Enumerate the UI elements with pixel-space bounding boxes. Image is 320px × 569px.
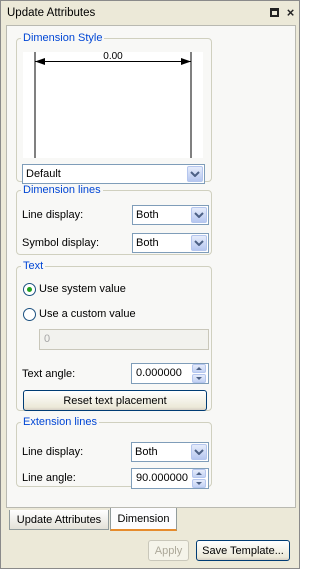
- spin-down-icon[interactable]: [192, 479, 206, 488]
- line-display-select[interactable]: Both: [132, 205, 209, 225]
- text-angle-spinner[interactable]: [192, 364, 207, 383]
- text-angle-value: 0.000000: [136, 367, 182, 379]
- use-custom-value-radio[interactable]: [23, 308, 36, 321]
- use-custom-value-label[interactable]: Use a custom value: [39, 308, 136, 320]
- text-group: Text Use system value Use a custom value…: [16, 260, 212, 411]
- line-angle-value: 90.000000: [136, 472, 188, 484]
- chevron-down-icon[interactable]: [187, 166, 203, 182]
- line-angle-field[interactable]: 90.000000: [131, 468, 209, 489]
- line-angle-spinner[interactable]: [192, 469, 207, 488]
- update-attributes-panel: Update Attributes × Dimension Style 0.00…: [0, 0, 300, 569]
- line-display-value: Both: [136, 209, 159, 221]
- reset-text-placement-button[interactable]: Reset text placement: [23, 390, 207, 411]
- line-display-label: Line display:: [22, 209, 84, 221]
- use-system-value-label[interactable]: Use system value: [39, 283, 126, 295]
- dimension-style-value: Default: [26, 168, 61, 180]
- dimension-style-legend: Dimension Style: [23, 32, 103, 44]
- text-legend: Text: [23, 260, 44, 272]
- spin-up-icon[interactable]: [192, 364, 206, 373]
- extension-line-display-value: Both: [135, 446, 158, 458]
- custom-value-text: 0: [44, 333, 51, 345]
- chevron-down-icon[interactable]: [191, 444, 207, 460]
- spin-down-icon[interactable]: [192, 374, 206, 383]
- extension-line-display-select[interactable]: Both: [131, 442, 209, 462]
- dimension-style-group: Dimension Style 0.00 Default: [16, 32, 212, 184]
- extension-line-display-label: Line display:: [22, 446, 84, 458]
- dimension-preview-drawing: 0.00: [34, 51, 192, 158]
- text-angle-label: Text angle:: [22, 368, 76, 380]
- save-template-button[interactable]: Save Template...: [196, 540, 290, 561]
- close-icon[interactable]: ×: [284, 6, 297, 19]
- extension-lines-legend: Extension lines: [23, 416, 97, 428]
- pin-icon[interactable]: [268, 6, 281, 19]
- symbol-display-label: Symbol display:: [22, 237, 100, 249]
- title-bar[interactable]: Update Attributes ×: [2, 2, 298, 24]
- dimension-lines-group: Dimension lines Line display: Both Symbo…: [16, 184, 212, 255]
- window-title: Update Attributes: [7, 7, 96, 19]
- dimension-lines-legend: Dimension lines: [23, 184, 101, 196]
- dimension-tab-content: Dimension Style 0.00 Default Dimension l…: [6, 25, 296, 508]
- use-system-value-radio[interactable]: [23, 283, 36, 296]
- panel-tabs: Update Attributes Dimension: [6, 508, 296, 534]
- preview-value-label: 0.00: [103, 52, 123, 62]
- extension-lines-group: Extension lines Line display: Both Line …: [16, 416, 212, 489]
- dimension-style-select[interactable]: Default: [22, 164, 205, 184]
- apply-button[interactable]: Apply: [148, 540, 189, 561]
- line-angle-label: Line angle:: [22, 472, 76, 484]
- custom-value-field[interactable]: 0: [39, 329, 209, 350]
- chevron-down-icon[interactable]: [191, 207, 207, 223]
- dimension-preview: 0.00: [23, 51, 203, 158]
- chevron-down-icon[interactable]: [191, 235, 207, 251]
- symbol-display-value: Both: [136, 237, 159, 249]
- tab-update-attributes[interactable]: Update Attributes: [9, 510, 109, 530]
- text-angle-field[interactable]: 0.000000: [131, 363, 209, 384]
- spin-up-icon[interactable]: [192, 469, 206, 478]
- symbol-display-select[interactable]: Both: [132, 233, 209, 253]
- tab-dimension[interactable]: Dimension: [110, 508, 177, 531]
